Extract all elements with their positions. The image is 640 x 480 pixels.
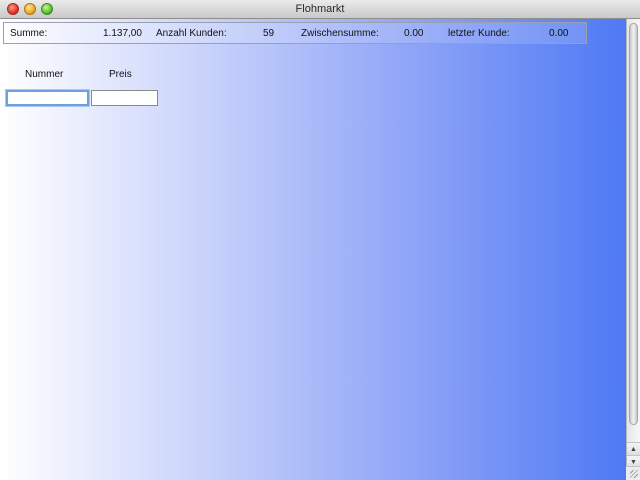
total-label: Summe: [10,28,48,39]
customers-value: 59 [263,28,275,39]
number-input[interactable] [6,90,89,106]
resize-grip-icon[interactable] [626,466,640,480]
scroll-thumb[interactable] [629,23,638,425]
app-window: Flohmarkt Summe: 1.137,00 Anzahl Kunden:… [0,0,640,480]
title-bar[interactable]: Flohmarkt [0,0,640,19]
last-customer-value: 0.00 [549,28,569,39]
subtotal-value: 0.00 [404,28,424,39]
summary-bar: Summe: 1.137,00 Anzahl Kunden: 59 Zwisch… [3,22,587,44]
vertical-scrollbar[interactable]: ▲ ▼ [626,19,640,480]
price-column-label: Preis [109,69,132,80]
last-customer-label: letzter Kunde: [448,28,510,39]
scroll-up-arrow-icon[interactable]: ▲ [627,442,640,455]
number-column-label: Nummer [25,69,64,80]
customers-label: Anzahl Kunden: [156,28,227,39]
main-panel: Summe: 1.137,00 Anzahl Kunden: 59 Zwisch… [0,19,626,480]
total-value: 1.137,00 [103,28,142,39]
price-input[interactable] [91,90,158,106]
window-title: Flohmarkt [295,3,345,15]
subtotal-label: Zwischensumme: [301,28,379,39]
